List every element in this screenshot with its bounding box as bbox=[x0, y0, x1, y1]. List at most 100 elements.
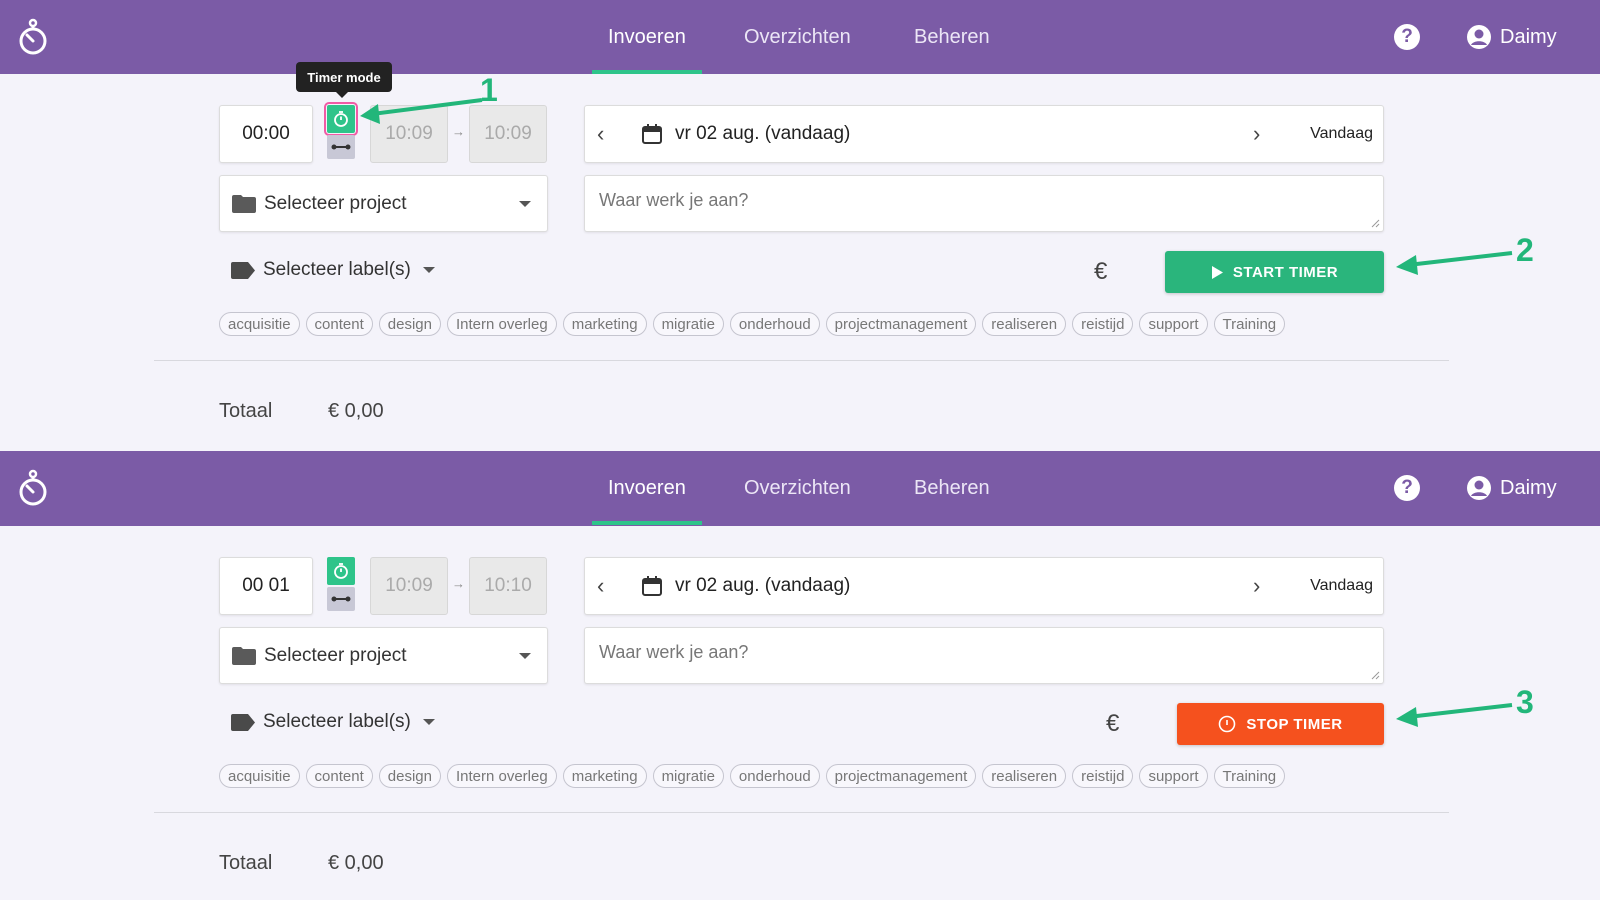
date-label[interactable]: vr 02 aug. (vandaag) bbox=[675, 123, 850, 145]
tag-chip[interactable]: reistijd bbox=[1072, 312, 1134, 336]
tag-chip[interactable]: Training bbox=[1213, 764, 1286, 788]
start-timer-button[interactable]: START TIMER bbox=[1165, 251, 1384, 293]
tag-chip[interactable]: design bbox=[378, 764, 441, 788]
tag-chip[interactable]: projectmanagement bbox=[825, 312, 977, 336]
navbar: Invoeren Overzichten Beheren ? Daimy bbox=[0, 451, 1600, 526]
total-value: € 0,00 bbox=[328, 852, 384, 874]
tab-label: Overzichten bbox=[744, 477, 851, 499]
tag-icon bbox=[231, 713, 255, 731]
timer-mode-button[interactable] bbox=[324, 102, 358, 136]
divider bbox=[154, 812, 1449, 813]
end-time-input[interactable]: 10:10 bbox=[469, 557, 547, 615]
tab-beheren[interactable]: Beheren bbox=[914, 26, 990, 74]
tag-chip[interactable]: migratie bbox=[652, 312, 724, 336]
caret-down-icon bbox=[519, 652, 531, 659]
label-placeholder: Selecteer label(s) bbox=[263, 711, 411, 732]
label-select[interactable]: Selecteer label(s) bbox=[231, 259, 435, 281]
today-button[interactable]: Vandaag bbox=[1310, 125, 1373, 143]
range-icon bbox=[331, 596, 351, 602]
tag-chip[interactable]: content bbox=[305, 764, 373, 788]
stop-icon bbox=[1219, 715, 1236, 733]
start-time-value: 10:09 bbox=[385, 575, 433, 596]
annotation-number-3: 3 bbox=[1516, 684, 1534, 720]
chevron-right-icon[interactable]: › bbox=[1253, 573, 1260, 599]
description-placeholder: Waar werk je aan? bbox=[599, 190, 749, 210]
description-input[interactable]: Waar werk je aan? bbox=[584, 175, 1384, 232]
help-icon[interactable]: ? bbox=[1394, 475, 1420, 501]
tab-invoeren[interactable]: Invoeren bbox=[592, 26, 702, 74]
tab-invoeren[interactable]: Invoeren bbox=[592, 477, 702, 525]
tag-chip[interactable]: marketing bbox=[562, 312, 647, 336]
tab-overzichten[interactable]: Overzichten bbox=[744, 477, 851, 525]
tag-chip[interactable]: design bbox=[378, 312, 441, 336]
duration-input[interactable]: 00:00 bbox=[219, 105, 313, 163]
active-tab-underline bbox=[592, 521, 702, 525]
tab-label: Invoeren bbox=[608, 477, 686, 499]
tab-label: Overzichten bbox=[744, 26, 851, 48]
tag-chip[interactable]: realiseren bbox=[982, 764, 1067, 788]
tag-chip[interactable]: realiseren bbox=[982, 312, 1067, 336]
date-navigator: ‹ vr 02 aug. (vandaag) › Vandaag bbox=[584, 105, 1384, 163]
user-name: Daimy bbox=[1500, 476, 1557, 499]
range-mode-button[interactable] bbox=[327, 587, 355, 611]
label-select[interactable]: Selecteer label(s) bbox=[231, 711, 435, 733]
tab-beheren[interactable]: Beheren bbox=[914, 477, 990, 525]
timer-mode-tooltip: Timer mode bbox=[296, 62, 392, 98]
stopwatch-icon bbox=[334, 563, 348, 579]
timer-mode-button[interactable] bbox=[327, 557, 355, 585]
quick-tags: acquisitie content design Intern overleg… bbox=[219, 764, 1286, 788]
resize-handle-icon[interactable] bbox=[1370, 670, 1380, 680]
arrow-right-icon: → bbox=[452, 576, 465, 591]
timer-panel-running: Invoeren Overzichten Beheren ? Daimy 00 … bbox=[0, 451, 1600, 900]
tag-chip[interactable]: Training bbox=[1213, 312, 1286, 336]
annotation-arrow-3 bbox=[1396, 703, 1513, 727]
project-placeholder: Selecteer project bbox=[264, 644, 407, 666]
calendar-icon[interactable] bbox=[641, 123, 663, 145]
user-circle-icon bbox=[1467, 25, 1491, 49]
tag-chip[interactable]: projectmanagement bbox=[825, 764, 977, 788]
tag-chip[interactable]: acquisitie bbox=[219, 312, 300, 336]
chevron-left-icon[interactable]: ‹ bbox=[597, 121, 604, 147]
folder-icon bbox=[232, 194, 256, 213]
tab-label: Beheren bbox=[914, 26, 990, 48]
total-label: Totaal bbox=[219, 400, 273, 422]
tag-chip[interactable]: Intern overleg bbox=[446, 764, 557, 788]
tag-chip[interactable]: migratie bbox=[652, 764, 724, 788]
resize-handle-icon[interactable] bbox=[1370, 218, 1380, 228]
user-menu[interactable]: Daimy bbox=[1466, 473, 1557, 503]
help-icon[interactable]: ? bbox=[1394, 24, 1420, 50]
tab-overzichten[interactable]: Overzichten bbox=[744, 26, 851, 74]
chevron-right-icon[interactable]: › bbox=[1253, 121, 1260, 147]
stopwatch-logo-icon[interactable] bbox=[16, 467, 50, 509]
tag-chip[interactable]: Intern overleg bbox=[446, 312, 557, 336]
range-mode-button[interactable] bbox=[327, 135, 355, 159]
folder-icon bbox=[232, 646, 256, 665]
annotation-arrow-2 bbox=[1396, 251, 1513, 275]
stop-timer-label: STOP TIMER bbox=[1246, 715, 1343, 733]
billable-toggle[interactable]: € bbox=[1106, 710, 1119, 738]
tag-chip[interactable]: acquisitie bbox=[219, 764, 300, 788]
stop-timer-button[interactable]: STOP TIMER bbox=[1177, 703, 1384, 745]
annotation-number-1: 1 bbox=[480, 72, 498, 108]
tab-label: Invoeren bbox=[608, 26, 686, 48]
tag-chip[interactable]: support bbox=[1139, 312, 1208, 336]
tag-chip[interactable]: content bbox=[305, 312, 373, 336]
description-input[interactable]: Waar werk je aan? bbox=[584, 627, 1384, 684]
start-time-input[interactable]: 10:09 bbox=[370, 557, 448, 615]
tag-chip[interactable]: support bbox=[1139, 764, 1208, 788]
caret-down-icon bbox=[422, 267, 435, 273]
project-select[interactable]: Selecteer project bbox=[219, 175, 548, 232]
tag-chip[interactable]: onderhoud bbox=[729, 312, 820, 336]
date-label[interactable]: vr 02 aug. (vandaag) bbox=[675, 575, 850, 597]
user-menu[interactable]: Daimy bbox=[1466, 22, 1557, 52]
project-select[interactable]: Selecteer project bbox=[219, 627, 548, 684]
billable-toggle[interactable]: € bbox=[1094, 258, 1107, 286]
chevron-left-icon[interactable]: ‹ bbox=[597, 573, 604, 599]
today-button[interactable]: Vandaag bbox=[1310, 577, 1373, 595]
tag-chip[interactable]: marketing bbox=[562, 764, 647, 788]
stopwatch-logo-icon[interactable] bbox=[16, 16, 50, 58]
tag-chip[interactable]: onderhoud bbox=[729, 764, 820, 788]
calendar-icon[interactable] bbox=[641, 575, 663, 597]
duration-input[interactable]: 00 01 bbox=[219, 557, 313, 615]
tag-chip[interactable]: reistijd bbox=[1072, 764, 1134, 788]
